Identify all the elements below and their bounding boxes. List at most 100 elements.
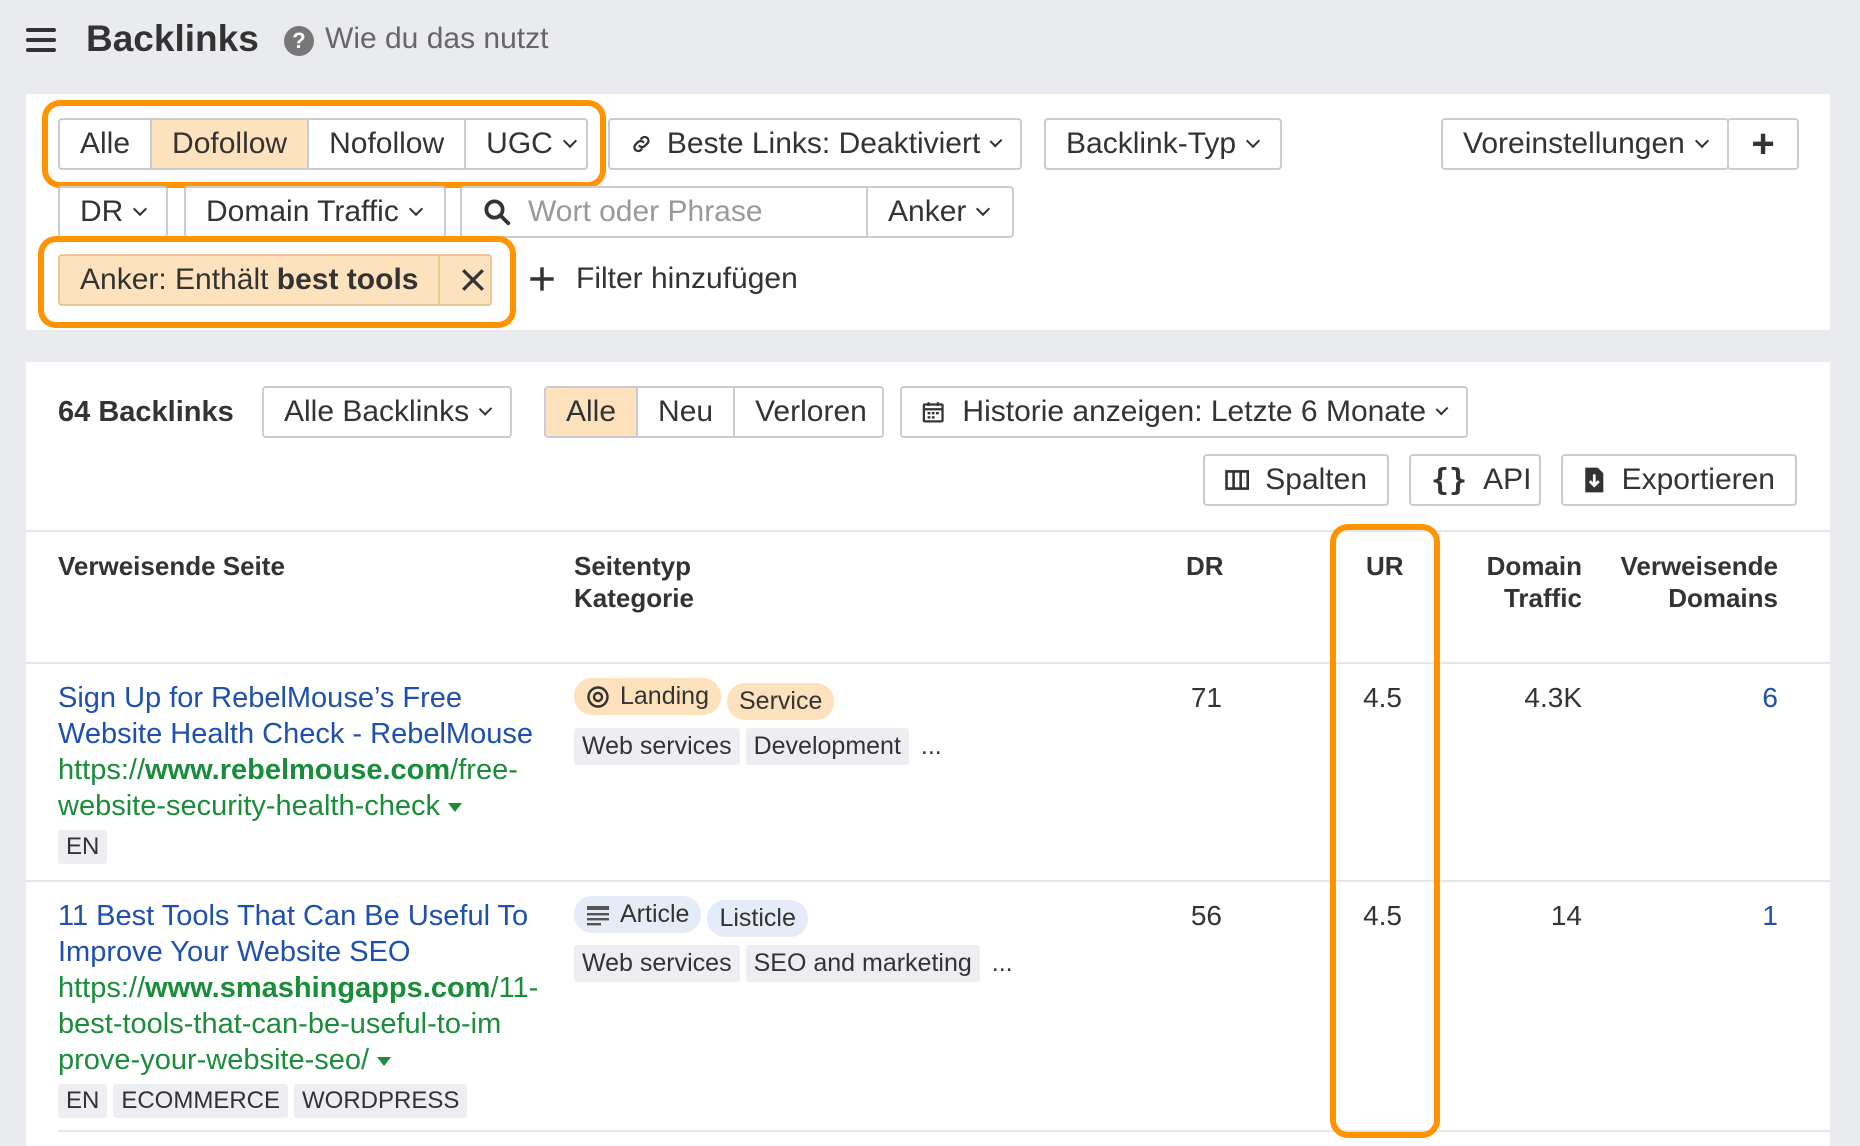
- best-links-dropdown[interactable]: Beste Links: Deaktiviert: [608, 118, 1022, 170]
- anchor-dropdown[interactable]: Anker: [866, 186, 1014, 238]
- platform-tag: ECOMMERCE: [113, 1084, 289, 1118]
- history-label: Historie anzeigen: Letzte 6 Monate: [962, 395, 1427, 428]
- col-header-ref-domains-line2: Domains: [1668, 583, 1778, 613]
- col-header-ref-domains[interactable]: Verweisende Domains: [1600, 550, 1778, 614]
- url-path: /free-: [450, 754, 518, 786]
- page-url-link[interactable]: https://www.smashingapps.com/11- best-to…: [58, 970, 558, 1078]
- language-tag: EN: [58, 830, 108, 864]
- chevron-down-icon: [1245, 133, 1261, 149]
- api-button[interactable]: {} API: [1409, 454, 1541, 506]
- row-divider: [58, 1130, 1830, 1132]
- more-categories[interactable]: ...: [992, 949, 1013, 977]
- caret-down-icon[interactable]: [447, 802, 462, 812]
- title-line: Sign Up for RebelMouse’s Free: [58, 682, 463, 714]
- backlink-type-label: Backlink-Typ: [1066, 127, 1237, 160]
- export-icon: [1585, 467, 1604, 493]
- page-title-link[interactable]: Sign Up for RebelMouse’s Free Website He…: [58, 680, 558, 752]
- category-tag: Web services: [574, 727, 740, 765]
- best-links-label: Beste Links: Deaktiviert: [666, 127, 981, 160]
- highlight-link-type: [42, 100, 606, 188]
- add-filter-label: Filter hinzufügen: [576, 262, 798, 295]
- columns-label: Spalten: [1265, 463, 1367, 496]
- title-line: Improve Your Website SEO: [58, 936, 411, 968]
- dr-value: 56: [1190, 900, 1222, 931]
- page-title: Backlinks: [86, 18, 259, 59]
- ref-domains-value[interactable]: 6: [1700, 682, 1778, 714]
- url-prefix: https://: [58, 972, 146, 1004]
- chevron-down-icon: [1435, 402, 1449, 416]
- chevron-down-icon: [133, 201, 148, 217]
- domain-traffic-dropdown[interactable]: Domain Traffic: [184, 186, 446, 238]
- page-url-link[interactable]: https://www.rebelmouse.com/free- website…: [58, 752, 558, 824]
- chevron-down-icon: [408, 201, 423, 217]
- anchor-search-input[interactable]: Wort oder Phrase: [460, 186, 870, 238]
- col-header-referring-page[interactable]: Verweisende Seite: [58, 550, 285, 582]
- url-domain: www.smashingapps.com: [145, 972, 491, 1004]
- search-placeholder: Wort oder Phrase: [528, 195, 763, 228]
- menu-icon[interactable]: [26, 28, 56, 52]
- api-label: API: [1483, 463, 1532, 496]
- target-icon: [587, 685, 609, 708]
- caret-down-icon[interactable]: [377, 1056, 392, 1066]
- url-path: /11-: [490, 972, 539, 1004]
- columns-button[interactable]: Spalten: [1203, 454, 1389, 506]
- all-backlinks-dropdown[interactable]: Alle Backlinks: [262, 386, 512, 438]
- header-top-divider: [26, 530, 1830, 532]
- search-icon: [484, 199, 511, 226]
- plus-icon: [530, 267, 554, 291]
- help-link[interactable]: Wie du das nutzt: [325, 22, 548, 56]
- col-header-dr[interactable]: DR: [1186, 550, 1224, 582]
- anchor-label: Anker: [888, 195, 967, 228]
- link-icon: [633, 135, 650, 153]
- presets-dropdown[interactable]: Voreinstellungen: [1441, 118, 1729, 170]
- title-line: Website Health Check - RebelMouse: [58, 718, 533, 750]
- col-header-domain-traffic-line1: Domain: [1486, 551, 1582, 581]
- highlight-ur-column: [1330, 524, 1440, 1138]
- tab-status-lost[interactable]: Verloren: [735, 388, 882, 436]
- more-categories[interactable]: ...: [921, 732, 942, 760]
- col-header-page-type-line1: Seitentyp: [574, 551, 692, 581]
- ref-domains-value[interactable]: 1: [1700, 900, 1778, 932]
- add-filter-button[interactable]: Filter hinzufügen: [528, 262, 798, 296]
- export-button[interactable]: Exportieren: [1561, 454, 1797, 506]
- backlink-count: 64 Backlinks: [58, 396, 234, 428]
- category-tag: Development: [745, 727, 909, 765]
- page-type-label: Article: [620, 900, 690, 928]
- dr-dropdown[interactable]: DR: [58, 186, 168, 238]
- page-type-badge: Landing: [574, 678, 721, 715]
- dr-label: DR: [80, 195, 124, 228]
- chevron-down-icon: [976, 201, 991, 217]
- referring-page-cell: 11 Best Tools That Can Be Useful To Impr…: [58, 898, 558, 1118]
- platform-tag: WORDPRESS: [294, 1084, 468, 1118]
- plus-icon: +: [1751, 121, 1775, 166]
- referring-page-cell: Sign Up for RebelMouse’s Free Website He…: [58, 680, 558, 864]
- page-title-link[interactable]: 11 Best Tools That Can Be Useful To Impr…: [58, 898, 558, 970]
- tab-status-all[interactable]: Alle: [546, 388, 639, 436]
- history-dropdown[interactable]: Historie anzeigen: Letzte 6 Monate: [900, 386, 1468, 438]
- url-path: best-tools-that-can-be-useful-to-im: [58, 1008, 502, 1040]
- page-type-badge: Article: [574, 896, 702, 933]
- columns-icon: [1225, 470, 1250, 490]
- backlink-type-dropdown[interactable]: Backlink-Typ: [1044, 118, 1282, 170]
- url-path: website-security-health-check: [58, 790, 440, 822]
- url-domain: www.rebelmouse.com: [145, 754, 451, 786]
- all-backlinks-label: Alle Backlinks: [284, 395, 470, 428]
- page-type-cell: Article Listicle Web services SEO and mar…: [574, 896, 1054, 982]
- chevron-down-icon: [478, 402, 493, 416]
- domain-traffic-value: 4.3K: [1524, 682, 1582, 713]
- col-header-page-type[interactable]: Seitentyp Kategorie: [574, 550, 694, 614]
- dr-value: 71: [1190, 682, 1222, 713]
- col-header-domain-traffic[interactable]: Domain Traffic: [1470, 550, 1582, 614]
- url-path: prove-your-website-seo/: [58, 1044, 370, 1076]
- presets-label: Voreinstellungen: [1463, 127, 1685, 160]
- col-header-domain-traffic-line2: Traffic: [1503, 583, 1582, 613]
- status-tabs: Alle Neu Verloren: [544, 386, 884, 438]
- export-label: Exportieren: [1621, 463, 1775, 496]
- tab-status-new[interactable]: Neu: [638, 388, 736, 436]
- page-type-label: Landing: [620, 682, 709, 710]
- help-icon[interactable]: ?: [284, 26, 314, 56]
- category-tag: SEO and marketing: [745, 944, 980, 982]
- chevron-down-icon: [1694, 133, 1709, 149]
- add-preset-button[interactable]: +: [1727, 118, 1799, 170]
- calendar-icon: [922, 402, 944, 423]
